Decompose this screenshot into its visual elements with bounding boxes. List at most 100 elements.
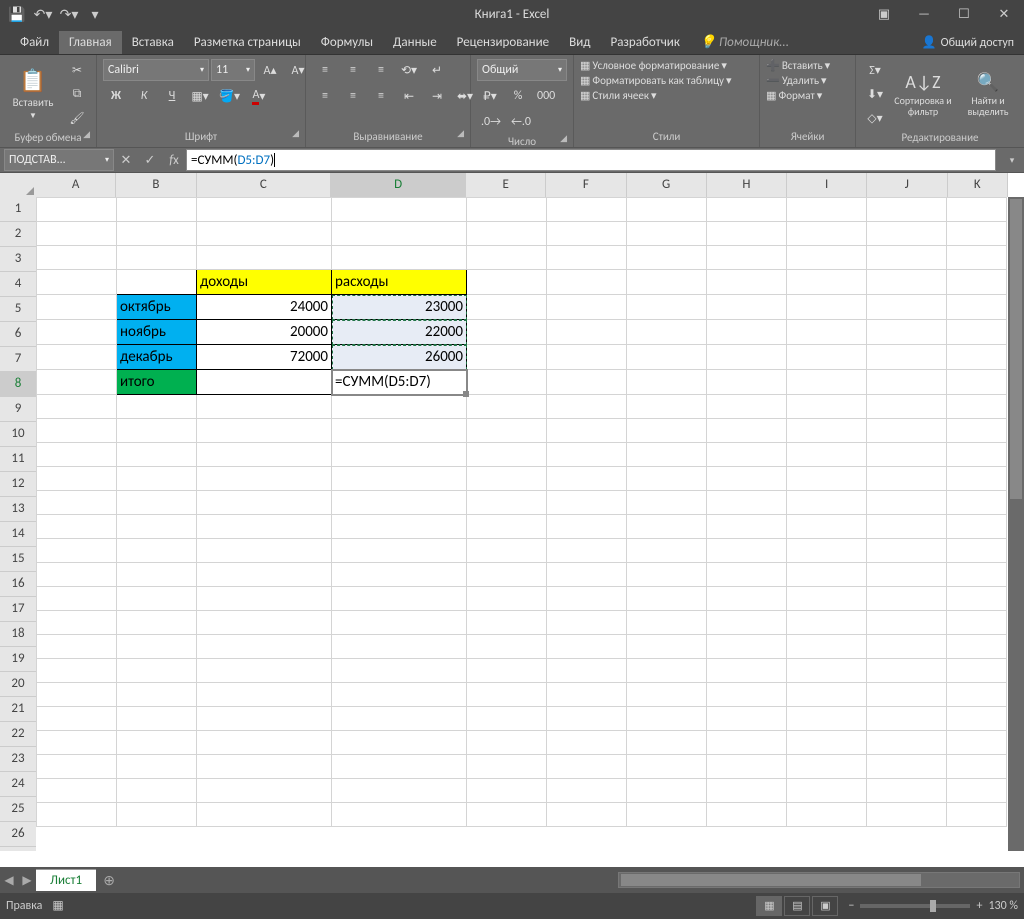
new-sheet-button[interactable]: ⊕ — [96, 872, 122, 889]
cell-D14[interactable] — [332, 515, 467, 539]
tab-review[interactable]: Рецензирование — [447, 31, 559, 54]
cell-F21[interactable] — [547, 683, 627, 707]
cell-K14[interactable] — [947, 515, 1007, 539]
cell-E13[interactable] — [467, 491, 547, 515]
accounting-format-icon[interactable]: ₽▾ — [477, 85, 503, 107]
cell-F5[interactable] — [547, 295, 627, 320]
cell-A14[interactable] — [37, 515, 117, 539]
cell-C6[interactable]: 20000 — [197, 320, 332, 345]
cell-A12[interactable] — [37, 467, 117, 491]
cell-B12[interactable] — [117, 467, 197, 491]
cell-H11[interactable] — [707, 443, 787, 467]
row-header-10[interactable]: 10 — [0, 422, 36, 447]
cell-J21[interactable] — [867, 683, 947, 707]
cell-B14[interactable] — [117, 515, 197, 539]
tab-file[interactable]: Файл — [10, 31, 59, 54]
cell-A6[interactable] — [37, 320, 117, 345]
cell-A7[interactable] — [37, 345, 117, 370]
cell-G11[interactable] — [627, 443, 707, 467]
cell-H25[interactable] — [707, 779, 787, 803]
cell-F3[interactable] — [547, 246, 627, 270]
cell-G15[interactable] — [627, 539, 707, 563]
align-top-icon[interactable]: ≡ — [312, 59, 338, 81]
cell-styles-button[interactable]: ▦ Стили ячеек ▾ — [580, 89, 656, 102]
orientation-icon[interactable]: ⟲▾ — [396, 59, 422, 81]
column-header-I[interactable]: I — [787, 173, 867, 197]
cell-D8[interactable]: =СУММ(D5:D7) — [332, 370, 467, 395]
fill-icon[interactable]: ⬇▾ — [862, 83, 888, 105]
cell-G2[interactable] — [627, 222, 707, 246]
cell-J23[interactable] — [867, 731, 947, 755]
cell-B8[interactable]: итого — [117, 370, 197, 395]
cell-F10[interactable] — [547, 419, 627, 443]
cell-J3[interactable] — [867, 246, 947, 270]
cell-D20[interactable] — [332, 659, 467, 683]
row-header-22[interactable]: 22 — [0, 722, 36, 747]
cell-H7[interactable] — [707, 345, 787, 370]
format-cells-button[interactable]: ▦ Формат ▾ — [766, 89, 822, 102]
zoom-level[interactable]: 130 % — [988, 899, 1018, 913]
cell-C5[interactable]: 24000 — [197, 295, 332, 320]
cell-A5[interactable] — [37, 295, 117, 320]
column-header-F[interactable]: F — [546, 173, 626, 197]
cell-J17[interactable] — [867, 587, 947, 611]
fx-icon[interactable]: fx — [162, 153, 186, 168]
cell-I17[interactable] — [787, 587, 867, 611]
cell-K24[interactable] — [947, 755, 1007, 779]
cell-C16[interactable] — [197, 563, 332, 587]
row-header-5[interactable]: 5 — [0, 297, 36, 322]
cell-F11[interactable] — [547, 443, 627, 467]
cell-F1[interactable] — [547, 198, 627, 222]
cell-E3[interactable] — [467, 246, 547, 270]
row-header-24[interactable]: 24 — [0, 772, 36, 797]
cell-B2[interactable] — [117, 222, 197, 246]
cell-A24[interactable] — [37, 755, 117, 779]
cell-D24[interactable] — [332, 755, 467, 779]
cell-G25[interactable] — [627, 779, 707, 803]
column-header-K[interactable]: K — [948, 173, 1008, 197]
cell-G3[interactable] — [627, 246, 707, 270]
cell-G5[interactable] — [627, 295, 707, 320]
cell-G14[interactable] — [627, 515, 707, 539]
clipboard-launcher-icon[interactable]: ◢ — [83, 129, 90, 140]
cell-B1[interactable] — [117, 198, 197, 222]
cell-B9[interactable] — [117, 395, 197, 419]
cell-K1[interactable] — [947, 198, 1007, 222]
cell-K10[interactable] — [947, 419, 1007, 443]
cell-G10[interactable] — [627, 419, 707, 443]
cell-C4[interactable]: доходы — [197, 270, 332, 295]
redo-icon[interactable]: ↷▾ — [58, 3, 80, 25]
expand-formula-bar-icon[interactable]: ▾ — [1000, 155, 1024, 166]
increase-indent-icon[interactable]: ⇥ — [424, 85, 450, 107]
cell-F14[interactable] — [547, 515, 627, 539]
sheet-nav-prev-icon[interactable]: ◀ — [0, 873, 18, 888]
cell-J11[interactable] — [867, 443, 947, 467]
cell-E16[interactable] — [467, 563, 547, 587]
normal-view-icon[interactable]: ▦ — [756, 896, 782, 916]
cell-E1[interactable] — [467, 198, 547, 222]
cell-G16[interactable] — [627, 563, 707, 587]
cell-B23[interactable] — [117, 731, 197, 755]
tab-developer[interactable]: Разработчик — [600, 31, 689, 54]
cell-C3[interactable] — [197, 246, 332, 270]
cell-I7[interactable] — [787, 345, 867, 370]
cell-G12[interactable] — [627, 467, 707, 491]
cell-F20[interactable] — [547, 659, 627, 683]
cell-K19[interactable] — [947, 635, 1007, 659]
cell-C12[interactable] — [197, 467, 332, 491]
row-header-25[interactable]: 25 — [0, 797, 36, 822]
cell-I15[interactable] — [787, 539, 867, 563]
sheet-nav-next-icon[interactable]: ▶ — [18, 873, 36, 888]
cell-E12[interactable] — [467, 467, 547, 491]
qat-customize-icon[interactable]: ▾ — [84, 3, 106, 25]
tell-me[interactable]: 💡 Помощник... — [690, 31, 799, 54]
row-header-15[interactable]: 15 — [0, 547, 36, 572]
cell-D11[interactable] — [332, 443, 467, 467]
cell-G6[interactable] — [627, 320, 707, 345]
cell-K15[interactable] — [947, 539, 1007, 563]
cell-A23[interactable] — [37, 731, 117, 755]
cell-C15[interactable] — [197, 539, 332, 563]
number-launcher-icon[interactable]: ◢ — [560, 133, 567, 144]
cell-H8[interactable] — [707, 370, 787, 395]
cell-I1[interactable] — [787, 198, 867, 222]
